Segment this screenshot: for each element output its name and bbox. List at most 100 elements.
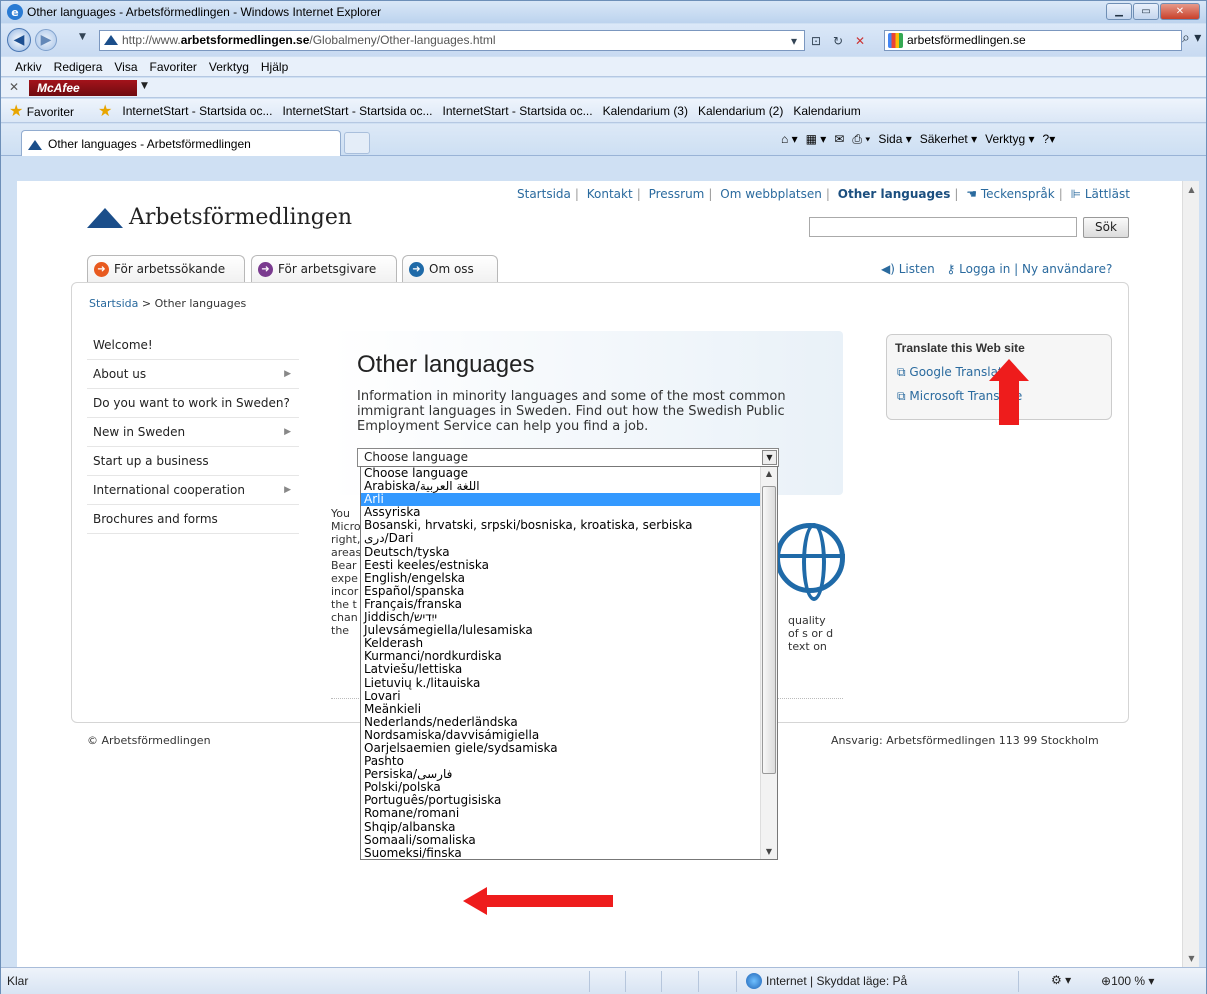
language-option[interactable]: Deutsch/tyska — [361, 546, 761, 559]
maximize-button[interactable]: ▭ — [1133, 3, 1159, 20]
language-option[interactable]: Somaali/somaliska — [361, 834, 761, 847]
menu-verktyg[interactable]: Verktyg — [209, 60, 249, 74]
home-icon[interactable]: ⌂ ▾ — [781, 132, 798, 147]
address-bar[interactable]: http://www.arbetsformedlingen.se/Globalm… — [99, 30, 805, 51]
tab-arbetsgivare[interactable]: ➜ För arbetsgivare — [251, 255, 397, 282]
history-dropdown-icon[interactable]: ▼ — [79, 32, 86, 42]
security-zone[interactable]: Internet | Skyddat läge: På — [746, 973, 907, 989]
leftnav-international-cooperation[interactable]: International cooperation ▶ — [87, 476, 299, 505]
breadcrumb-startsida[interactable]: Startsida — [89, 297, 138, 310]
language-option[interactable]: Lovari — [361, 690, 761, 703]
language-select[interactable]: Choose language ▼ — [357, 448, 779, 467]
search-icon[interactable]: ⌕ ▾ — [1182, 30, 1201, 46]
language-option[interactable]: Português/portugisiska — [361, 794, 761, 807]
page-scrollbar[interactable]: ▲ ▼ — [1182, 181, 1199, 967]
topnav-other-languages[interactable]: Other languages — [838, 187, 951, 201]
favorite-link-4[interactable]: Kalendarium (3) — [603, 104, 688, 118]
language-option[interactable]: Pashto — [361, 755, 761, 768]
language-dropdown-list[interactable]: Choose language Arabiska/اللغة العربية Arl… — [360, 466, 778, 860]
language-option[interactable]: دری/Dari — [361, 532, 761, 545]
new-user-link[interactable]: Ny användare? — [1022, 262, 1112, 276]
leftnav-start-business[interactable]: Start up a business — [87, 447, 299, 476]
language-option[interactable]: Kelderash — [361, 637, 761, 650]
feeds-icon[interactable]: ▦ ▾ — [806, 132, 827, 147]
forward-button[interactable]: ▶ — [35, 29, 57, 51]
scroll-up-icon[interactable]: ▲ — [761, 467, 777, 481]
site-logo[interactable]: Arbetsförmedlingen — [87, 205, 352, 230]
mail-icon[interactable]: ✉ — [834, 132, 844, 147]
topnav-pressrum[interactable]: Pressrum — [649, 187, 705, 201]
scroll-down-icon[interactable]: ▼ — [761, 845, 777, 859]
search-box[interactable]: arbetsförmedlingen.se — [884, 30, 1182, 51]
safety-menu[interactable]: Säkerhet ▾ — [920, 132, 977, 147]
leftnav-welcome[interactable]: Welcome! — [87, 331, 299, 360]
minimize-button[interactable]: ▁ — [1106, 3, 1132, 20]
menu-favoriter[interactable]: Favoriter — [150, 60, 197, 74]
tab-arbetssokande[interactable]: ➜ För arbetssökande — [87, 255, 245, 282]
tools-menu[interactable]: Verktyg ▾ — [985, 132, 1034, 147]
language-option[interactable]: Arabiska/اللغة العربية — [361, 480, 761, 493]
language-option[interactable]: Bosanski, hrvatski, srpski/bosniska, kro… — [361, 519, 761, 532]
dropdown-scrollbar[interactable]: ▲ ▼ — [760, 467, 777, 859]
page-menu[interactable]: Sida ▾ — [878, 132, 911, 147]
compatibility-icon[interactable]: ⊡ — [807, 30, 825, 51]
language-option[interactable]: Latviešu/lettiska — [361, 663, 761, 676]
topnav-kontakt[interactable]: Kontakt — [587, 187, 633, 201]
menu-redigera[interactable]: Redigera — [54, 60, 103, 74]
chevron-down-icon[interactable]: ▼ — [762, 450, 777, 465]
topnav-startsida[interactable]: Startsida — [517, 187, 571, 201]
scroll-down-icon[interactable]: ▼ — [1183, 950, 1200, 967]
favorite-link-5[interactable]: Kalendarium (2) — [698, 104, 783, 118]
language-option[interactable]: Meänkieli — [361, 703, 761, 716]
language-option[interactable]: Shqip/albanska — [361, 821, 761, 834]
menu-hjalp[interactable]: Hjälp — [261, 60, 288, 74]
language-option[interactable]: Polski/polska — [361, 781, 761, 794]
stop-icon[interactable]: ✕ — [851, 30, 869, 51]
site-search-button[interactable]: Sök — [1083, 217, 1129, 238]
close-toolbar-icon[interactable]: ✕ — [9, 80, 19, 94]
favorite-link-6[interactable]: Kalendarium — [793, 104, 860, 118]
menu-visa[interactable]: Visa — [114, 60, 137, 74]
language-option[interactable]: Kurmanci/nordkurdiska — [361, 650, 761, 663]
leftnav-brochures[interactable]: Brochures and forms — [87, 505, 299, 534]
favorite-link-1[interactable]: InternetStart - Startsida oc... — [122, 104, 272, 118]
print-icon[interactable]: ⎙ ▾ — [852, 132, 870, 147]
mcafee-button[interactable]: McAfee — [29, 80, 137, 96]
language-option[interactable]: Julevsámegiella/lulesamiska — [361, 624, 761, 637]
language-option[interactable]: Suomeksi/finska — [361, 847, 761, 859]
listen-link[interactable]: Listen — [899, 262, 935, 276]
help-icon[interactable]: ?▾ — [1043, 132, 1056, 147]
language-option[interactable]: English/engelska — [361, 572, 761, 585]
back-button[interactable]: ◀ — [7, 28, 31, 52]
language-option[interactable]: Oarjelsaemien giele/sydsamiska — [361, 742, 761, 755]
language-option[interactable]: Nederlands/nederländska — [361, 716, 761, 729]
add-favorite-icon[interactable]: ★ — [98, 101, 112, 121]
language-option[interactable]: Eesti keeles/estniska — [361, 559, 761, 572]
topnav-om-webbplatsen[interactable]: Om webbplatsen — [720, 187, 822, 201]
language-option[interactable]: Jiddisch/ייִדיש — [361, 611, 761, 624]
close-button[interactable]: ✕ — [1160, 3, 1200, 20]
new-tab-button[interactable] — [344, 132, 370, 154]
language-option[interactable]: Romane/romani — [361, 807, 761, 820]
language-option[interactable]: Assyriska — [361, 506, 761, 519]
zoom-level[interactable]: ⊕100 % ▾ — [1101, 974, 1154, 988]
favorite-link-3[interactable]: InternetStart - Startsida oc... — [443, 104, 593, 118]
topnav-lattlast[interactable]: Lättläst — [1085, 187, 1130, 201]
language-option[interactable]: Choose language — [361, 467, 761, 480]
mcafee-dropdown-icon[interactable]: ▼ — [141, 81, 148, 91]
language-option[interactable]: Español/spanska — [361, 585, 761, 598]
language-option[interactable]: Nordsamiska/davvisámigiella — [361, 729, 761, 742]
language-option[interactable]: Persiska/فارسی — [361, 768, 761, 781]
site-search-input[interactable] — [809, 217, 1077, 237]
refresh-icon[interactable]: ↻ — [829, 30, 847, 51]
favorite-link-2[interactable]: InternetStart - Startsida oc... — [282, 104, 432, 118]
leftnav-about-us[interactable]: About us ▶ — [87, 360, 299, 389]
tab-om-oss[interactable]: ➜ Om oss — [402, 255, 498, 282]
leftnav-new-in-sweden[interactable]: New in Sweden ▶ — [87, 418, 299, 447]
login-link[interactable]: Logga in — [959, 262, 1010, 276]
protected-mode-icon[interactable]: ⚙ ▾ — [1051, 973, 1071, 987]
leftnav-work-in-sweden[interactable]: Do you want to work in Sweden? — [87, 389, 299, 418]
language-option[interactable]: Arli — [361, 493, 761, 507]
scroll-thumb[interactable] — [762, 486, 776, 774]
address-dropdown-icon[interactable]: ▾ — [785, 30, 803, 51]
